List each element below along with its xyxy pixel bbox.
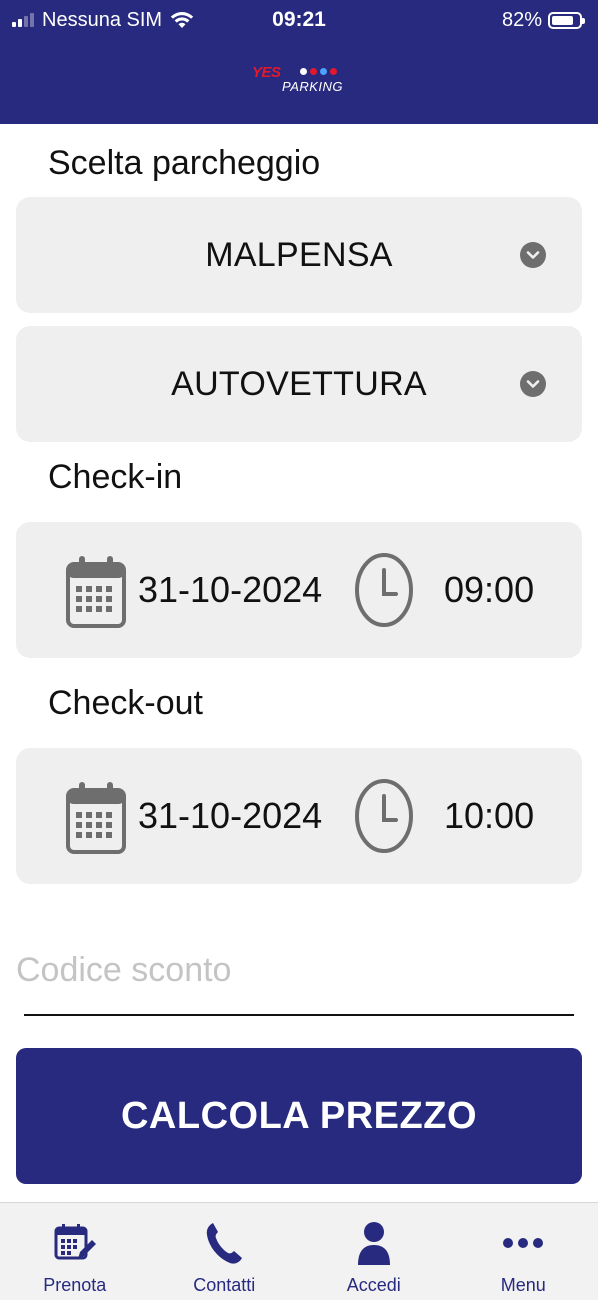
more-dots-icon [501,1221,545,1265]
tab-accedi[interactable]: Accedi [299,1203,449,1300]
battery-fill [552,15,574,25]
logo-dots-icon [300,68,337,75]
check-out-time[interactable]: 10:00 [444,748,534,884]
tab-menu[interactable]: Menu [449,1203,598,1300]
discount-code-input[interactable] [16,940,574,1000]
chevron-down-icon [520,242,546,268]
parking-location-select[interactable]: MALPENSA [16,197,582,313]
chevron-down-icon [520,371,546,397]
parking-location-value: MALPENSA [205,236,393,274]
tab-label: Menu [500,1275,546,1295]
status-bar-right: 82% [501,8,585,32]
yes-parking-logo: YES PARKING [248,60,352,100]
user-icon [352,1221,396,1265]
calendar-icon[interactable] [66,554,126,628]
vehicle-type-value: AUTOVETTURA [171,365,427,403]
calendar-pencil-icon [53,1221,97,1265]
check-out-label: Check-out [48,684,203,722]
bottom-tab-bar: Prenota Contatti Accedi Menu [0,1202,598,1300]
status-bar: Nessuna SIM 09:21 82% [0,0,598,40]
tab-label: Accedi [346,1275,401,1295]
vehicle-type-select[interactable]: AUTOVETTURA [16,326,582,442]
discount-underline [24,1014,574,1016]
tab-label: Prenota [43,1275,107,1295]
check-in-picker: 31-10-2024 09:00 [16,522,582,658]
check-out-date[interactable]: 31-10-2024 [138,748,322,884]
logo-parking-text: PARKING [282,79,344,94]
phone-icon [202,1221,246,1265]
battery-percent: 82% [501,8,542,31]
calendar-icon[interactable] [66,780,126,854]
check-out-picker: 31-10-2024 10:00 [16,748,582,884]
tab-contatti[interactable]: Contatti [150,1203,300,1300]
tab-prenota[interactable]: Prenota [0,1203,150,1300]
check-in-time[interactable]: 09:00 [444,522,534,658]
clock-icon[interactable] [354,552,414,628]
check-in-label: Check-in [48,458,183,496]
battery-icon [548,11,585,29]
app-header: Nessuna SIM 09:21 82% YES PARKING [0,0,598,124]
parking-choice-label: Scelta parcheggio [48,144,321,182]
logo-yes-text: YES [252,64,281,81]
calculate-price-button[interactable]: CALCOLA PREZZO [16,1048,582,1184]
clock-icon[interactable] [354,778,414,854]
check-in-date[interactable]: 31-10-2024 [138,522,322,658]
tab-label: Contatti [193,1275,256,1295]
